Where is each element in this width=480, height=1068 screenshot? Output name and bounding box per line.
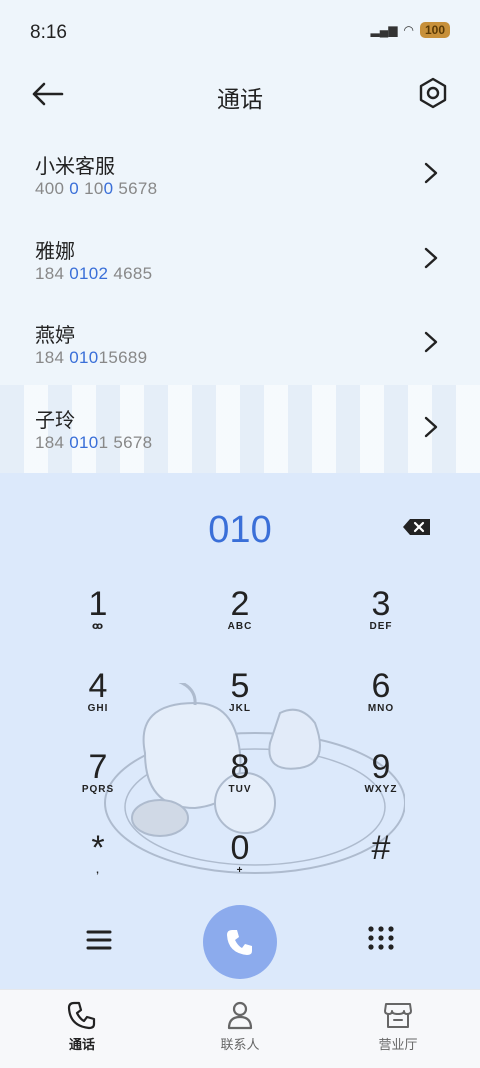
contact-name: 燕婷 xyxy=(35,325,75,347)
menu-icon[interactable] xyxy=(86,927,112,953)
tab-label: 营业厅 xyxy=(378,1037,418,1052)
phone-icon xyxy=(227,930,252,955)
signal-icon: ▂▄▆ xyxy=(370,23,398,37)
contact-number: 400 0 100 5678 xyxy=(35,179,158,198)
key-7[interactable]: 7 PQRS xyxy=(38,748,158,820)
page-title: 通话 xyxy=(217,86,263,112)
chevron-right-icon xyxy=(424,247,438,268)
tab-label: 通话 xyxy=(68,1037,95,1052)
backspace-icon[interactable] xyxy=(402,517,432,537)
chevron-right-icon xyxy=(424,416,438,437)
settings-hexagon-icon[interactable] xyxy=(416,76,450,110)
key-9[interactable]: 9 WXYZ xyxy=(321,748,441,820)
list-item[interactable]: 子玲 184 0101 5678 xyxy=(0,382,480,467)
key-5[interactable]: 5 JKL xyxy=(180,667,300,739)
key-2[interactable]: 2 ABC xyxy=(180,585,300,657)
key-hash[interactable]: # xyxy=(321,829,441,901)
store-icon xyxy=(384,1003,412,1028)
phone-icon xyxy=(67,1001,96,1030)
contact-name: 小米客服 xyxy=(35,156,115,178)
dialpad-controls xyxy=(0,905,480,985)
battery-icon: 100 xyxy=(419,22,450,38)
contact-list: 小米客服 400 0 100 5678 雅娜 184 0102 4685 燕婷 … xyxy=(0,128,480,466)
key-8[interactable]: 8 TUV xyxy=(180,748,300,820)
status-time: 8:16 xyxy=(30,22,67,43)
key-0[interactable]: 0 + xyxy=(180,829,300,901)
status-icons: ▂▄▆ ◠ 100 xyxy=(371,22,450,38)
contact-name: 雅娜 xyxy=(35,240,75,263)
call-button[interactable] xyxy=(203,905,277,979)
key-3[interactable]: 3 DEF xyxy=(321,585,441,657)
list-item[interactable]: 燕婷 184 01015689 xyxy=(0,297,480,382)
chevron-right-icon xyxy=(424,162,438,184)
person-icon xyxy=(227,1001,253,1030)
dialpad-toggle-icon[interactable] xyxy=(367,925,395,953)
contact-name: 子玲 xyxy=(35,409,75,432)
bottom-tab-bar: 通话 联系人 营业厅 xyxy=(0,989,480,1068)
list-item[interactable]: 小米客服 400 0 100 5678 xyxy=(0,128,480,213)
key-4[interactable]: 4 GHI xyxy=(38,667,158,739)
chevron-right-icon xyxy=(424,331,438,353)
dialpad-area: 010 1ꝏ 2 ABC 3 DEF 4 GHI 5 JKL 6 MNO 7 PQRS 8T… xyxy=(0,473,480,989)
key-1[interactable]: 1ꝏ xyxy=(38,585,158,657)
wifi-icon: ◠ xyxy=(403,23,414,37)
header: 通话 xyxy=(0,64,480,124)
contact-number: 184 01015689 xyxy=(35,348,148,367)
contact-number: 184 0101 5678 xyxy=(35,432,153,452)
tab-label: 联系人 xyxy=(220,1037,260,1052)
status-bar: 8:16 ▂▄▆ ◠ 100 xyxy=(0,0,480,64)
tab-calls[interactable]: 通话 xyxy=(32,1000,132,1053)
contact-number: 184 0102 4685 xyxy=(35,263,153,283)
key-star[interactable]: *, xyxy=(38,829,158,901)
key-6[interactable]: 6 MNO xyxy=(321,667,441,739)
tab-store[interactable]: 营业厅 xyxy=(348,1000,448,1053)
tab-contacts[interactable]: 联系人 xyxy=(190,1000,290,1053)
list-item[interactable]: 雅娜 184 0102 4685 xyxy=(0,213,480,298)
